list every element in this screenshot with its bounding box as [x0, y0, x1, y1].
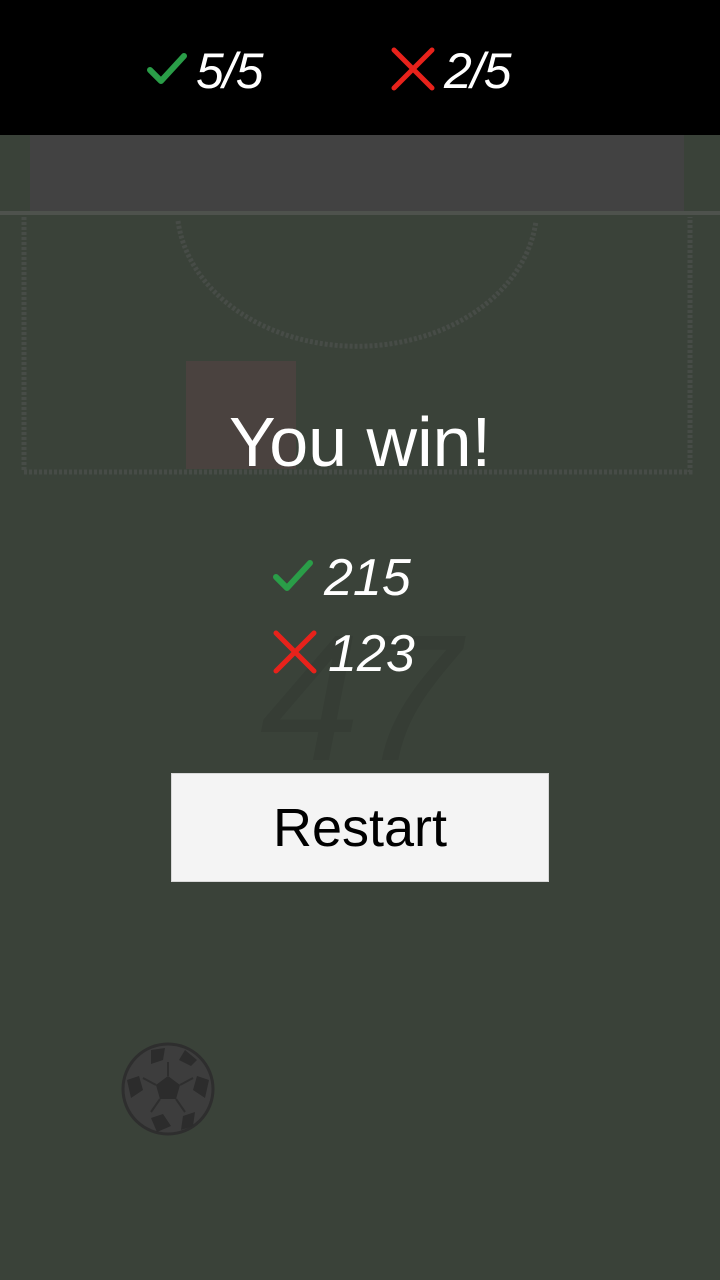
game-screen: 5/5 2/5 47 You win! 215 123 Restart	[0, 0, 720, 1280]
soccer-pitch: 47	[0, 135, 720, 1280]
pitch-markings: 47	[0, 135, 720, 799]
cross-icon	[390, 46, 436, 97]
goals-missed-value: 2/5	[444, 43, 512, 99]
cross-icon	[272, 629, 318, 680]
goals-scored-value: 5/5	[196, 43, 264, 99]
check-icon	[272, 555, 314, 602]
goals-missed-counter: 2/5	[390, 38, 512, 104]
restart-label: Restart	[272, 797, 448, 858]
goal-net	[30, 135, 684, 215]
total-goals-missed: 123	[272, 624, 415, 684]
soccer-ball-icon[interactable]	[121, 1042, 215, 1136]
result-title: You win!	[228, 403, 492, 481]
goal-arc	[175, 220, 539, 349]
restart-button[interactable]: Restart	[171, 773, 549, 882]
score-bar: 5/5 2/5	[0, 0, 720, 135]
goals-scored-counter: 5/5	[146, 38, 264, 104]
check-icon	[146, 48, 188, 95]
total-goals-scored: 215	[272, 548, 411, 608]
total-goals-missed-value: 123	[328, 625, 415, 683]
total-goals-scored-value: 215	[324, 549, 411, 607]
